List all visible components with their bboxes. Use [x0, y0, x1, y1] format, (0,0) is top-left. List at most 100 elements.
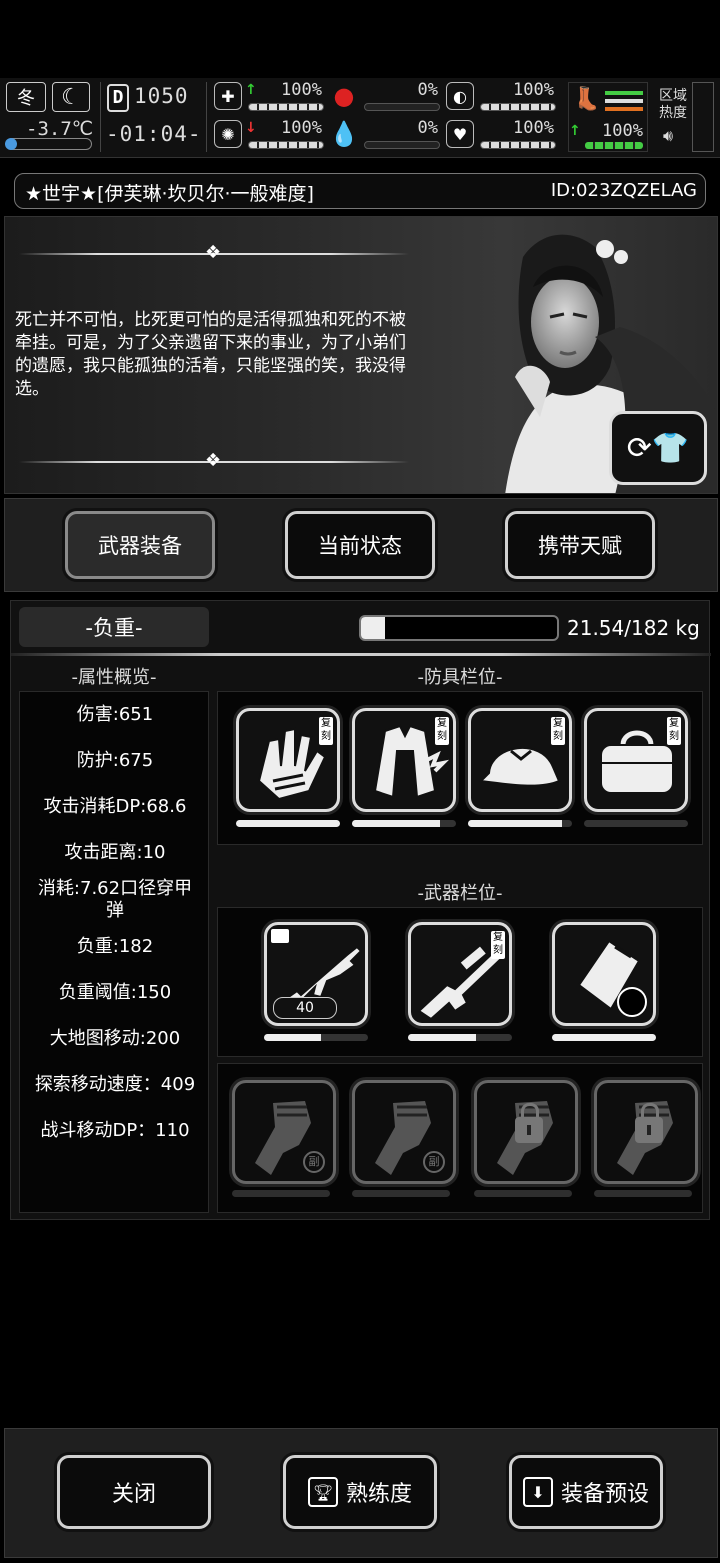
- bag-slot[interactable]: 复刻: [584, 708, 688, 812]
- stomach-icon: ●: [333, 82, 355, 110]
- secondary-badge: 副: [423, 1151, 445, 1173]
- status-hud: 冬 ☾ -3.7℃ D 1050 -01:04- ✚ ↑ 100% ✺ ↓ 10…: [0, 78, 720, 158]
- medkit-icon: ✚: [214, 82, 242, 110]
- stamina-stat[interactable]: ◐ 100%: [446, 80, 558, 114]
- sub-weapon-slot[interactable]: 副: [232, 1080, 336, 1184]
- attributes-section: -属性概览- 伤害:651 防护:675 攻击消耗DP:68.6 攻击距离:10 消耗:…: [19, 661, 209, 1213]
- health-value: 100%: [281, 80, 322, 100]
- armor-plate-slot[interactable]: [552, 922, 656, 1026]
- durability-bar: [594, 1190, 692, 1197]
- tab-talents[interactable]: 携带天赋: [505, 511, 655, 579]
- secondary-badge: 副: [303, 1151, 325, 1173]
- attribute-item: 防护:675: [76, 750, 154, 771]
- mood-stat[interactable]: ♥ 100%: [446, 118, 558, 152]
- thirst-value: 0%: [417, 118, 438, 138]
- proficiency-button[interactable]: 🏆︎ 熟练度: [283, 1455, 437, 1529]
- equipment-panel: -负重- 21.54/182 kg -属性概览- 伤害:651 防护:675 攻击消…: [10, 600, 711, 1220]
- download-box-icon: ⬇: [522, 1477, 553, 1507]
- moon-icon: ☾: [52, 82, 90, 112]
- attribute-item: 攻击消耗DP:68.6: [43, 796, 187, 817]
- sub-weapon-slots: 副副: [217, 1063, 703, 1213]
- sub-weapon-slot[interactable]: 副: [352, 1080, 456, 1184]
- durability-bar: [264, 1034, 368, 1041]
- pill-icon: ◐: [446, 82, 474, 110]
- armor-slots: 复刻 复刻 复刻 复刻: [217, 691, 703, 845]
- health-stat[interactable]: ✚ ↑ 100%: [214, 80, 326, 114]
- weight-label: -负重-: [19, 607, 209, 647]
- podium-icon: 🏆︎: [307, 1477, 338, 1507]
- gloves-slot[interactable]: 复刻: [236, 708, 340, 812]
- preset-label: 装备预设: [560, 1482, 649, 1507]
- player-id: ID:023ZQZELAG: [550, 180, 697, 201]
- attribute-item: 负重阈值:150: [58, 982, 172, 1003]
- weapons-header: -武器栏位-: [417, 883, 503, 904]
- region-heat-label[interactable]: 区域热度: [656, 88, 690, 122]
- character-title-bar: ★世宇★[伊芙琳·坎贝尔·一般难度] ID:023ZQZELAG: [14, 173, 706, 209]
- weight-value: 21.54/182 kg: [567, 616, 700, 640]
- durability-bar: [408, 1034, 512, 1041]
- attribute-item: 大地图移动:200: [49, 1028, 181, 1049]
- close-label: 关闭: [111, 1482, 156, 1507]
- tab-weapons[interactable]: 武器装备: [65, 511, 215, 579]
- mind-stat[interactable]: ✺ ↓ 100%: [214, 118, 326, 152]
- tab-status[interactable]: 当前状态: [285, 511, 435, 579]
- rifle-slot[interactable]: 40: [264, 922, 368, 1026]
- speed-stat[interactable]: 👢 ↑ 100%: [568, 82, 648, 152]
- outfit-swap-icon: ⟳👕: [626, 430, 690, 466]
- season-indicator: 冬: [6, 82, 46, 112]
- change-outfit-button[interactable]: ⟳👕: [609, 411, 707, 485]
- arrow-up-icon: ↑: [569, 123, 581, 139]
- season-label: 冬: [17, 88, 35, 109]
- close-button[interactable]: 关闭: [57, 1455, 211, 1529]
- replica-tag: 复刻: [319, 717, 333, 745]
- stamina-value: 100%: [513, 80, 554, 100]
- heat-gauge: [692, 82, 714, 152]
- durability-bar: [552, 1034, 656, 1041]
- equipment-preset-button[interactable]: ⬇ 装备预设: [509, 1455, 663, 1529]
- speed-value: 100%: [602, 121, 643, 141]
- sniper-slot[interactable]: 复刻: [408, 922, 512, 1026]
- tab-bar: 武器装备 当前状态 携带天赋: [4, 498, 718, 592]
- locked-sub-weapon-slot[interactable]: [594, 1080, 698, 1184]
- water-drop-icon: 💧: [329, 120, 359, 148]
- hunger-stat[interactable]: ● 0%: [330, 80, 442, 114]
- hunger-value: 0%: [417, 80, 438, 100]
- day-indicator: D: [107, 84, 129, 112]
- lock-icon: [515, 1103, 543, 1143]
- attribute-item: 探索移动速度：409: [34, 1074, 196, 1095]
- bottom-bar: 关闭 🏆︎ 熟练度 ⬇ 装备预设: [4, 1428, 718, 1558]
- money-readout: 1050: [134, 84, 189, 108]
- attribute-item: 负重:182: [76, 936, 154, 957]
- attributes-header: -属性概览-: [71, 667, 157, 688]
- heart-icon: ♥: [446, 120, 474, 148]
- ammo-count: 40: [273, 997, 337, 1019]
- armor-header: -防具栏位-: [417, 667, 503, 688]
- attribute-item: 攻击距离:10: [64, 842, 166, 863]
- arrow-up-icon: ↑: [245, 82, 257, 98]
- locked-sub-weapon-slot[interactable]: [474, 1080, 578, 1184]
- thermometer-icon: [5, 138, 92, 150]
- character-quote: 死亡并不可怕，比死更可怕的是活得孤独和死的不被牵挂。可是，为了父亲遗留下来的事业…: [15, 310, 406, 399]
- replica-tag: 复刻: [667, 717, 681, 745]
- boot-icon: 👢: [573, 87, 601, 112]
- speaker-icon[interactable]: 🔊︎: [663, 126, 673, 146]
- coat-slot[interactable]: 复刻: [352, 708, 456, 812]
- weapon-slots: 40 复刻: [217, 907, 703, 1057]
- attribute-item: 消耗:7.62口径穿甲弹: [37, 878, 193, 921]
- durability-bar: [352, 1190, 450, 1197]
- character-title: ★世宇★[伊芙琳·坎贝尔·一般难度]: [25, 183, 314, 205]
- durability-bar: [236, 820, 340, 827]
- durability-bar: [232, 1190, 330, 1197]
- temperature-readout: -3.7℃: [26, 118, 94, 140]
- mind-value: 100%: [281, 118, 322, 138]
- replica-tag: 复刻: [435, 717, 449, 745]
- durability-bar: [584, 820, 688, 827]
- durability-bar: [474, 1190, 572, 1197]
- attributes-list: 伤害:651 防护:675 攻击消耗DP:68.6 攻击距离:10 消耗:7.62口径穿…: [19, 691, 209, 1213]
- replica-tag: 复刻: [491, 931, 505, 959]
- cap-slot[interactable]: 复刻: [468, 708, 572, 812]
- arrow-down-icon: ↓: [245, 120, 257, 136]
- thirst-stat[interactable]: 💧 0%: [329, 118, 442, 152]
- character-portrait-panel: 死亡并不可怕，比死更可怕的是活得孤独和死的不被牵挂。可是，为了父亲遗留下来的事业…: [4, 216, 718, 494]
- clock-readout: -01:04-: [106, 122, 202, 146]
